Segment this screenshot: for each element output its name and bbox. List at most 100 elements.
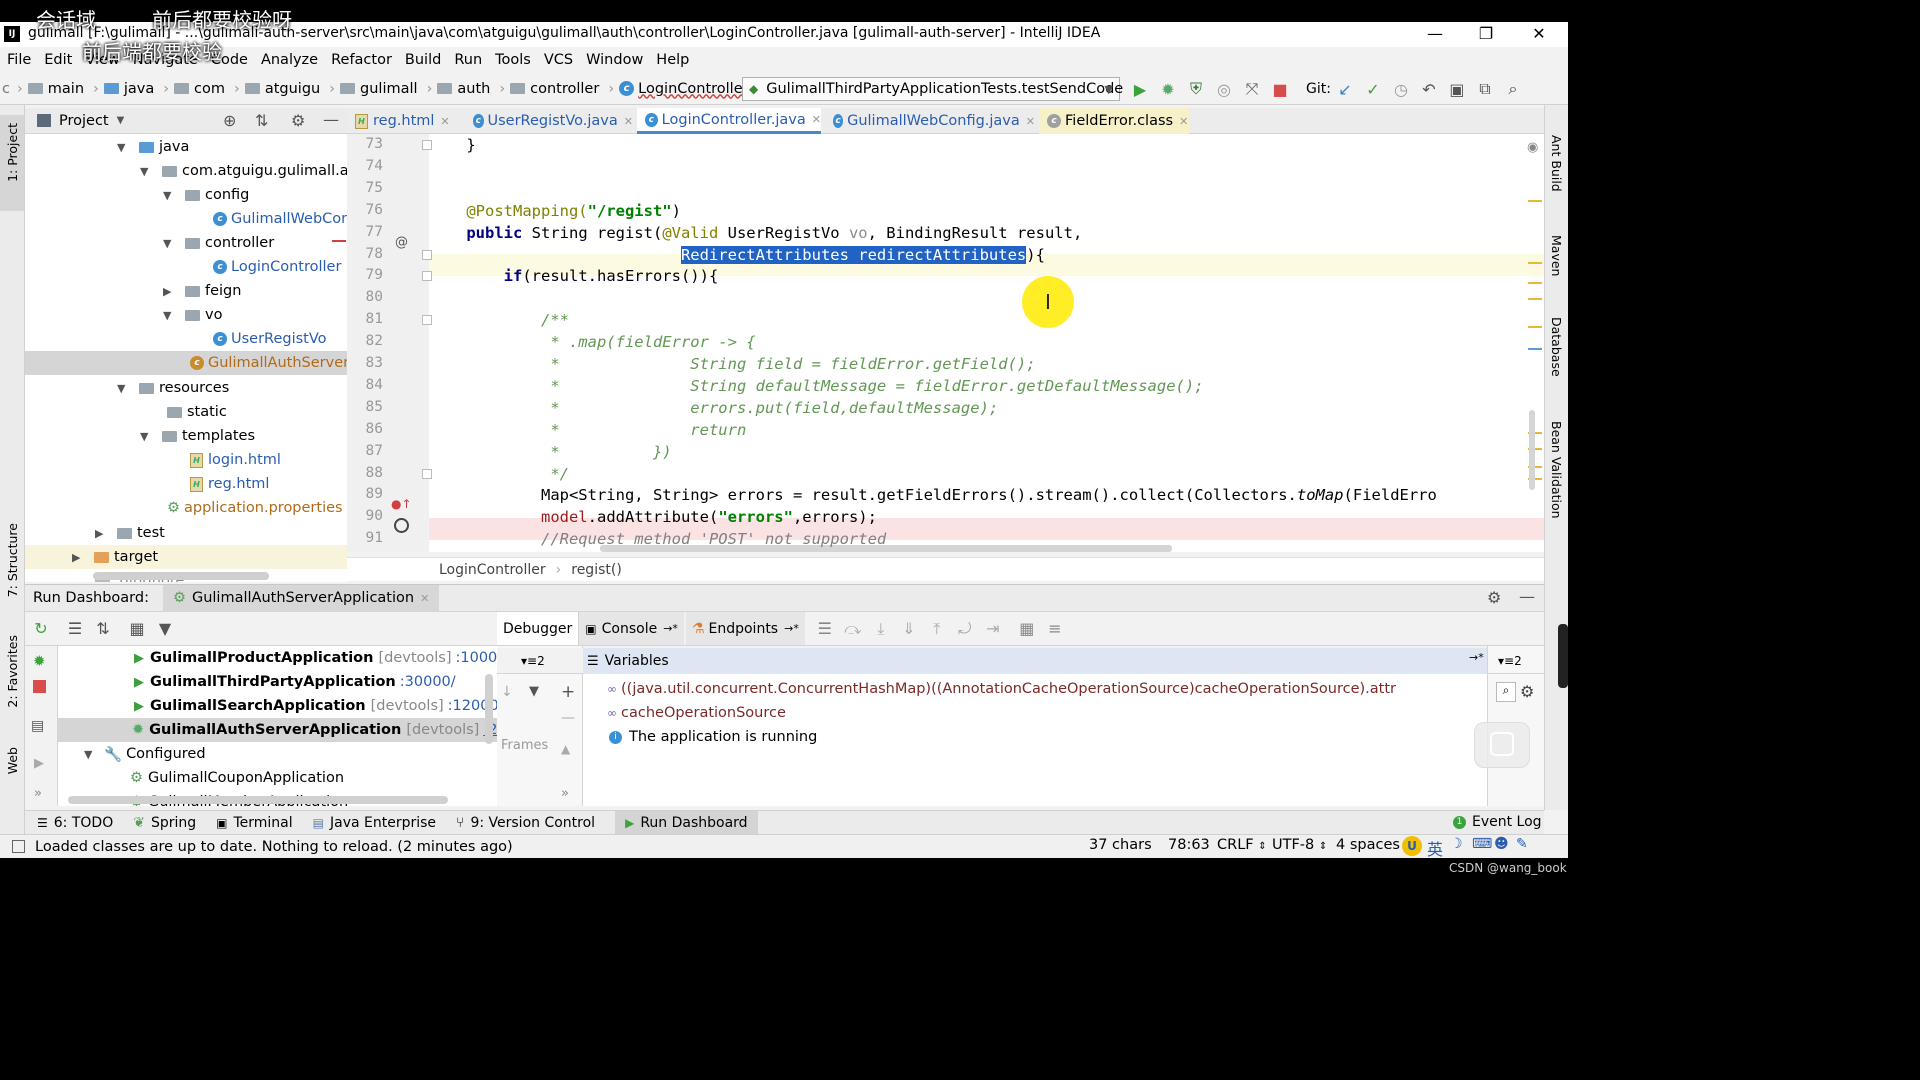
tree-node-userregistvo[interactable]: c UserRegistVo [213,327,327,351]
menu-help[interactable]: Help [656,52,689,68]
code-line[interactable]: * String field = fieldError.getField(); [429,353,1035,375]
tree-node-target[interactable]: ▶ target [72,545,158,569]
layout-menu-icon[interactable]: ☰ [811,619,839,638]
menu-build[interactable]: Build [405,52,441,68]
mapping-gutter-icon[interactable]: @ [395,235,408,250]
port-link[interactable]: :30000/ [400,674,456,690]
tree-node-logincontroller[interactable]: c LoginController [213,255,341,279]
tab-endpoints[interactable]: ⚗ Endpoints →* [685,612,805,645]
breadcrumb-java[interactable]: java [103,81,154,97]
up-icon[interactable]: ▲ [561,742,570,756]
close-icon[interactable]: ✕ [812,113,821,126]
tab-logincontroller[interactable]: c LoginController.java ✕ [637,108,821,134]
debug-icon[interactable]: ✹ [33,652,46,670]
tree-node-login-html[interactable]: Hlogin.html [190,448,281,472]
app-row-product[interactable]: ▶ GulimallProductApplication [devtools]:10… [134,646,497,670]
stop-icon[interactable]: ■ [1266,80,1294,99]
line-separator[interactable]: CRLF ⇕ [1217,837,1267,853]
restore-button[interactable]: ❐ [1463,22,1509,47]
watches-dropdown[interactable]: ▾≡ 2 [1488,648,1544,674]
breadcrumb-controller[interactable]: controller [510,81,599,97]
collapse-all-icon[interactable]: ⇅ [255,111,268,130]
disabled-breakpoint-icon[interactable] [394,518,409,533]
breadcrumb-main[interactable]: main [27,81,84,97]
ime-tool-icon[interactable]: ✎ [1516,836,1528,852]
minimize-button[interactable]: — [1412,22,1458,47]
run-configuration-select[interactable]: ◆ GulimallThirdPartyApplicationTests.tes… [742,77,1123,101]
tool-spring[interactable]: ❦ Spring [133,815,196,831]
hide-panel-icon[interactable]: — [323,110,339,129]
breadcrumb-atguigu[interactable]: atguigu [244,81,320,97]
warning-marker[interactable] [1528,326,1542,328]
hide-panel-icon[interactable]: — [1519,587,1535,606]
close-icon[interactable]: ✕ [420,592,429,605]
threads-dropdown[interactable]: ▾≡ 2 [497,648,583,674]
info-marker[interactable] [1528,348,1542,350]
close-icon[interactable]: ✕ [1179,115,1188,128]
close-window-button[interactable]: ✕ [1516,22,1562,47]
favorites-tool-tab[interactable]: 2: Favorites [5,635,20,708]
tree-node-reg-html[interactable]: Hreg.html [190,472,269,496]
crumb-method[interactable]: regist() [571,562,622,578]
gear-icon[interactable]: ⚙ [1487,588,1501,607]
tree-node-java[interactable]: ▼ java [117,135,189,159]
bean-validation-tool-tab[interactable]: Bean Validation [1549,421,1564,519]
run-icon[interactable]: ▶ [1126,80,1154,99]
collapse-all-icon[interactable]: ⇅ [89,619,117,638]
fold-marker-icon[interactable] [422,271,432,281]
more-icon[interactable]: » [561,786,569,801]
gear-icon[interactable]: ⚙ [291,111,305,130]
tree-node-vo[interactable]: ▼ vo [163,303,222,327]
tree-node-feign[interactable]: ▶ feign [163,279,241,303]
app-row-search[interactable]: ▶ GulimallSearchApplication [devtools]:120… [134,694,497,718]
database-tool-tab[interactable]: Database [1549,317,1564,377]
nav-overflow-icon[interactable]: c [2,81,10,97]
git-commit-icon[interactable]: ✓ [1359,80,1387,99]
down-arrow-icon[interactable]: ↓ [501,684,513,700]
project-view-title[interactable]: Project [59,113,109,129]
step-out-icon[interactable]: ⤒ [923,619,951,639]
locate-icon[interactable]: ⊕ [223,111,236,130]
code-line[interactable]: * errors.put(field,defaultMessage); [429,397,998,419]
indent-setting[interactable]: 4 spaces [1336,837,1400,853]
close-icon[interactable]: ✕ [440,115,449,128]
menu-file[interactable]: File [7,52,31,68]
tree-node-static[interactable]: static [167,400,227,424]
fold-marker-icon[interactable] [422,315,432,325]
menu-refactor[interactable]: Refactor [331,52,392,68]
tab-gulimallwebconfig[interactable]: c GulimallWebConfig.java ✕ [825,108,1035,134]
filter-icon[interactable]: ▼ [151,619,179,638]
rerun-icon[interactable]: ↻ [27,619,55,638]
git-history-icon[interactable]: ◷ [1387,80,1415,99]
evaluate-icon[interactable]: ▦ [1013,619,1041,638]
pin-icon[interactable]: →* [1469,651,1484,664]
code-line[interactable]: * }) [429,441,671,463]
tree-node-application-properties[interactable]: ⚙ application.properties [167,496,343,520]
coverage-icon[interactable]: ⛨ [1182,79,1210,99]
port-link[interactable]: :10000/ [456,650,498,666]
tree-node-controller[interactable]: ▼ controller [163,231,274,255]
remove-icon[interactable]: — [561,710,575,726]
expand-all-icon[interactable]: ☰ [61,619,89,638]
tree-node-templates[interactable]: ▼ templates [140,424,255,448]
tab-fielderror-class[interactable]: c FieldError.class ✕ [1039,108,1189,134]
ime-moon-icon[interactable]: ☽ [1450,836,1463,852]
breadcrumb-auth[interactable]: auth [437,81,490,97]
breadcrumb-logincontroller[interactable]: c LoginController [619,81,749,97]
tree-node-resources[interactable]: ▼ resources [117,376,229,400]
code-line[interactable]: //Request method 'POST' not supported [429,528,886,550]
profile-icon[interactable]: ◎ [1210,80,1238,99]
web-tool-tab[interactable]: Web [5,747,20,774]
add-icon[interactable]: + [561,682,575,702]
tab-console[interactable]: ▣ Console →* [579,612,684,645]
breadcrumb-com[interactable]: com [174,81,225,97]
menu-run[interactable]: Run [454,52,482,68]
warning-marker[interactable] [1528,262,1542,264]
ime-keyboard-icon[interactable]: ⌨ [1472,836,1492,852]
horizontal-scrollbar[interactable] [68,796,448,804]
tree-node-test[interactable]: ▶ test [95,521,165,545]
layout-icon[interactable]: ▤ [31,718,44,734]
watch-row[interactable]: ∞ cacheOperationSource [607,701,786,725]
resume-icon[interactable]: ▶ [34,756,44,771]
menu-window[interactable]: Window [586,52,643,68]
